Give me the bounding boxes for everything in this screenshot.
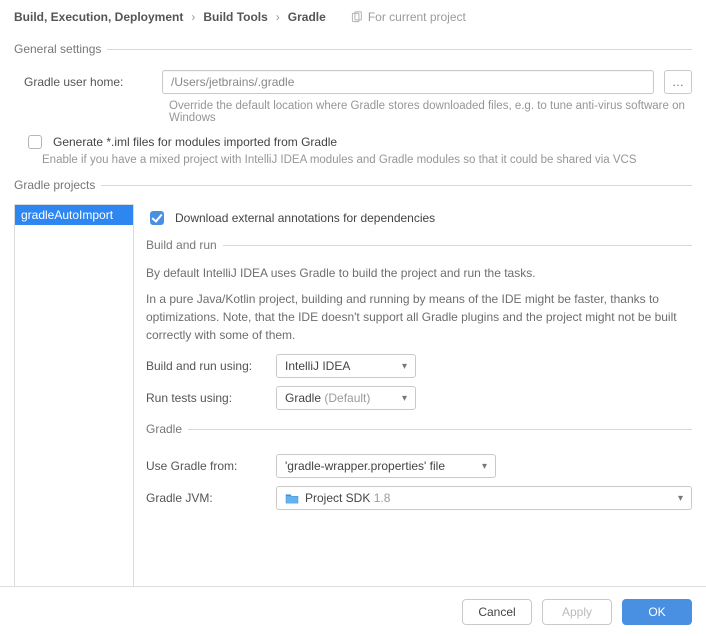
scope-indicator: For current project [350,10,466,24]
build-using-label: Build and run using: [146,359,266,373]
group-legend: Gradle projects [14,178,101,192]
group-legend: Gradle [146,422,188,436]
chevron-down-icon: ▾ [482,461,487,472]
ok-button[interactable]: OK [622,599,692,625]
generate-iml-hint: Enable if you have a mixed project with … [42,154,692,166]
download-annotations-label: Download external annotations for depend… [175,211,435,225]
breadcrumb-item[interactable]: Build Tools [203,10,267,24]
build-run-desc: In a pure Java/Kotlin project, building … [146,290,692,344]
generate-iml-checkbox[interactable] [28,135,42,149]
group-legend: General settings [14,42,107,56]
general-settings-group: General settings Gradle user home: … Ove… [14,42,692,166]
chevron-right-icon: › [276,10,280,24]
list-item[interactable]: gradleAutoImport [15,205,133,225]
apply-button[interactable]: Apply [542,599,612,625]
breadcrumb-item[interactable]: Build, Execution, Deployment [14,10,183,24]
gradle-project-list[interactable]: gradleAutoImport [14,204,134,599]
group-legend: Build and run [146,238,223,252]
gradle-user-home-hint: Override the default location where Grad… [169,100,692,124]
use-gradle-from-select[interactable]: 'gradle-wrapper.properties' file ▾ [276,454,496,478]
cancel-button[interactable]: Cancel [462,599,532,625]
gradle-jvm-label: Gradle JVM: [146,491,266,505]
build-and-run-group: Build and run By default IntelliJ IDEA u… [146,238,692,410]
tests-using-select[interactable]: Gradle (Default) ▾ [276,386,416,410]
generate-iml-label: Generate *.iml files for modules importe… [53,135,337,149]
gradle-subgroup: Gradle Use Gradle from: 'gradle-wrapper.… [146,422,692,510]
chevron-down-icon: ▾ [402,361,407,372]
tests-using-label: Run tests using: [146,391,266,405]
build-run-desc: By default IntelliJ IDEA uses Gradle to … [146,264,692,282]
chevron-down-icon: ▾ [678,493,683,504]
gradle-projects-group: Gradle projects gradleAutoImport Downloa… [14,178,692,599]
use-gradle-from-label: Use Gradle from: [146,459,266,473]
build-using-select[interactable]: IntelliJ IDEA ▾ [276,354,416,378]
gradle-user-home-label: Gradle user home: [24,75,152,89]
gradle-user-home-input[interactable] [162,70,654,94]
download-annotations-checkbox[interactable] [150,211,164,225]
folder-icon [285,492,299,504]
breadcrumb-item[interactable]: Gradle [288,10,326,24]
chevron-down-icon: ▾ [402,393,407,404]
dialog-footer: Cancel Apply OK [0,586,706,636]
copy-icon [350,11,363,24]
browse-button[interactable]: … [664,70,692,94]
gradle-jvm-select[interactable]: Project SDK 1.8 ▾ [276,486,692,510]
chevron-right-icon: › [191,10,195,24]
breadcrumb: Build, Execution, Deployment › Build Too… [14,10,692,34]
